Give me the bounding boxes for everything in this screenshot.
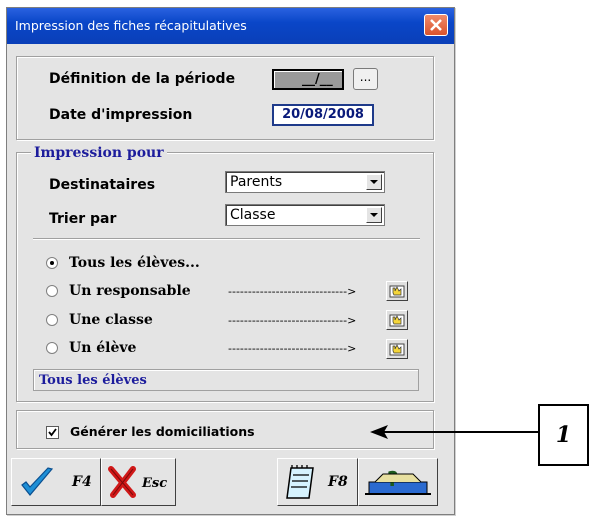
close-button[interactable] — [424, 14, 448, 36]
pick-student-button[interactable] — [386, 339, 408, 359]
dotted-arrow: ------------------------------> — [228, 314, 357, 327]
period-field[interactable]: __/__ — [272, 69, 344, 90]
option-label: Un élève — [69, 340, 137, 356]
sort-by-value: Classe — [230, 207, 276, 223]
radio-unselected[interactable] — [46, 314, 58, 326]
option-label: Tous les élèves... — [69, 255, 200, 271]
period-value: __/__ — [302, 72, 333, 87]
print-date-field[interactable]: 20/08/2008 — [272, 104, 374, 126]
checkmark-icon — [21, 467, 54, 496]
checkmark-icon — [48, 428, 57, 437]
dotted-arrow: ------------------------------> — [228, 285, 357, 298]
callout-number: 1 — [538, 404, 589, 466]
recipients-label: Destinataires — [49, 177, 156, 193]
title-bar[interactable]: Impression des fiches récapitulatives — [7, 8, 454, 44]
period-label: Définition de la période — [49, 71, 236, 87]
period-browse-button[interactable]: ... — [353, 68, 378, 90]
sort-by-select[interactable]: Classe — [225, 204, 385, 226]
notepad-icon — [286, 465, 314, 499]
sort-by-label: Trier par — [49, 211, 117, 227]
pick-class-button[interactable] — [386, 310, 408, 330]
window-title: Impression des fiches récapitulatives — [15, 18, 247, 33]
print-button[interactable]: F8 — [277, 458, 358, 506]
hand-pointer-icon — [389, 285, 405, 298]
cross-icon — [108, 466, 136, 498]
ok-button[interactable]: F4 — [11, 458, 101, 506]
chevron-down-icon[interactable] — [366, 174, 382, 190]
print-key-label: F8 — [328, 474, 348, 490]
dotted-arrow: ------------------------------> — [228, 342, 357, 355]
hand-pointer-icon — [389, 314, 405, 327]
option-label: Une classe — [69, 312, 153, 328]
selection-status: Tous les élèves — [33, 369, 419, 391]
callout-arrow — [370, 425, 538, 439]
generate-checkbox[interactable] — [46, 426, 59, 439]
chevron-down-icon[interactable] — [366, 207, 382, 223]
option-label: Un responsable — [69, 283, 191, 299]
radio-selected[interactable] — [46, 257, 58, 269]
recipients-select[interactable]: Parents — [225, 171, 385, 193]
close-icon — [430, 19, 442, 31]
cancel-key-label: Esc — [142, 476, 168, 491]
radio-unselected[interactable] — [46, 342, 58, 354]
cancel-button[interactable]: Esc — [101, 458, 176, 506]
pick-responsible-button[interactable] — [386, 281, 408, 301]
help-icon: ? — [365, 467, 431, 495]
ok-key-label: F4 — [72, 474, 92, 490]
group-legend: Impression pour — [31, 145, 167, 161]
generate-label: Générer les domiciliations — [70, 424, 255, 439]
recipients-value: Parents — [230, 174, 283, 190]
print-date-label: Date d'impression — [49, 107, 193, 123]
radio-unselected[interactable] — [46, 285, 58, 297]
help-button[interactable]: ? — [358, 458, 438, 506]
hand-pointer-icon — [389, 343, 405, 356]
group-divider — [33, 238, 420, 240]
